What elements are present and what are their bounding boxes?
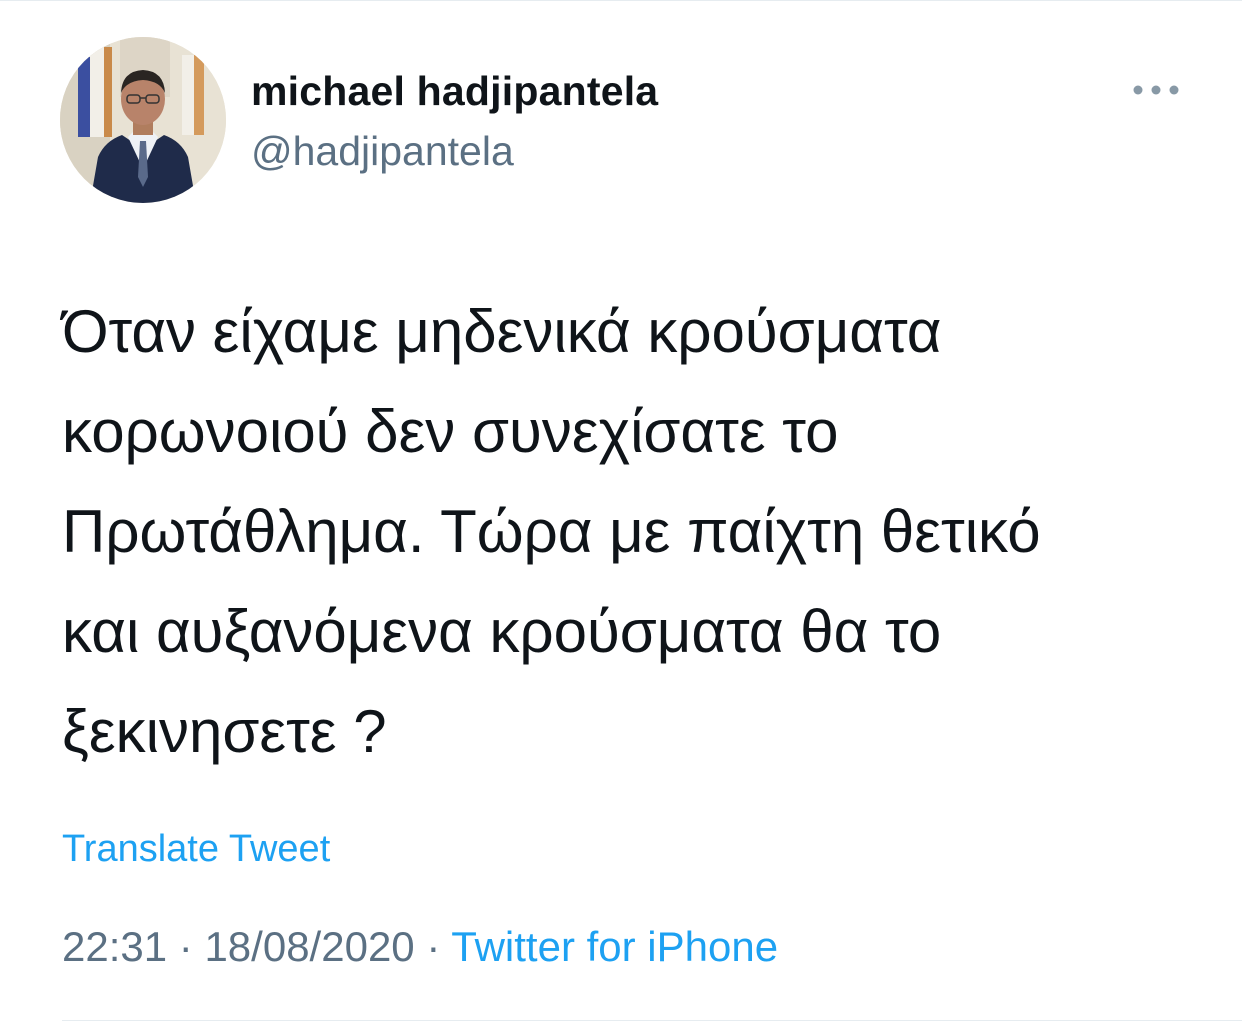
more-options-button[interactable] <box>1128 74 1184 106</box>
ellipsis-icon <box>1133 85 1179 95</box>
tweet-text-line: Όταν είχαμε μηδενικά κρούσματα <box>62 298 942 365</box>
top-divider <box>0 0 1242 1</box>
author-display-name[interactable]: michael hadjipantela <box>251 68 658 115</box>
translate-tweet-link[interactable]: Translate Tweet <box>62 828 330 871</box>
author-handle[interactable]: @hadjipantela <box>251 128 514 175</box>
tweet-time: 22:31 <box>62 923 168 970</box>
avatar-photo <box>60 37 226 203</box>
tweet-text-line: Πρωτάθλημα. Τώρα με παίχτη θετικό <box>62 498 1041 565</box>
tweet-text-line: κορωνοιού δεν συνεχίσατε το <box>62 398 839 465</box>
avatar[interactable] <box>60 37 226 203</box>
tweet-date[interactable]: 18/08/2020 <box>204 923 414 970</box>
tweet-text-line: και αυξανόμενα κρούσματα θα το <box>62 598 942 665</box>
tweet-text: Όταν είχαμε μηδενικά κρούσματα κορωνοιού… <box>62 282 1222 782</box>
meta-separator: · <box>426 923 441 970</box>
bottom-divider <box>62 1020 1242 1021</box>
tweet-text-line: ξεκινησετε ? <box>62 698 387 765</box>
tweet-meta: 22:31 · 18/08/2020 · Twitter for iPhone <box>62 923 778 971</box>
tweet-source-link[interactable]: Twitter for iPhone <box>451 923 778 970</box>
meta-separator: · <box>178 923 193 970</box>
